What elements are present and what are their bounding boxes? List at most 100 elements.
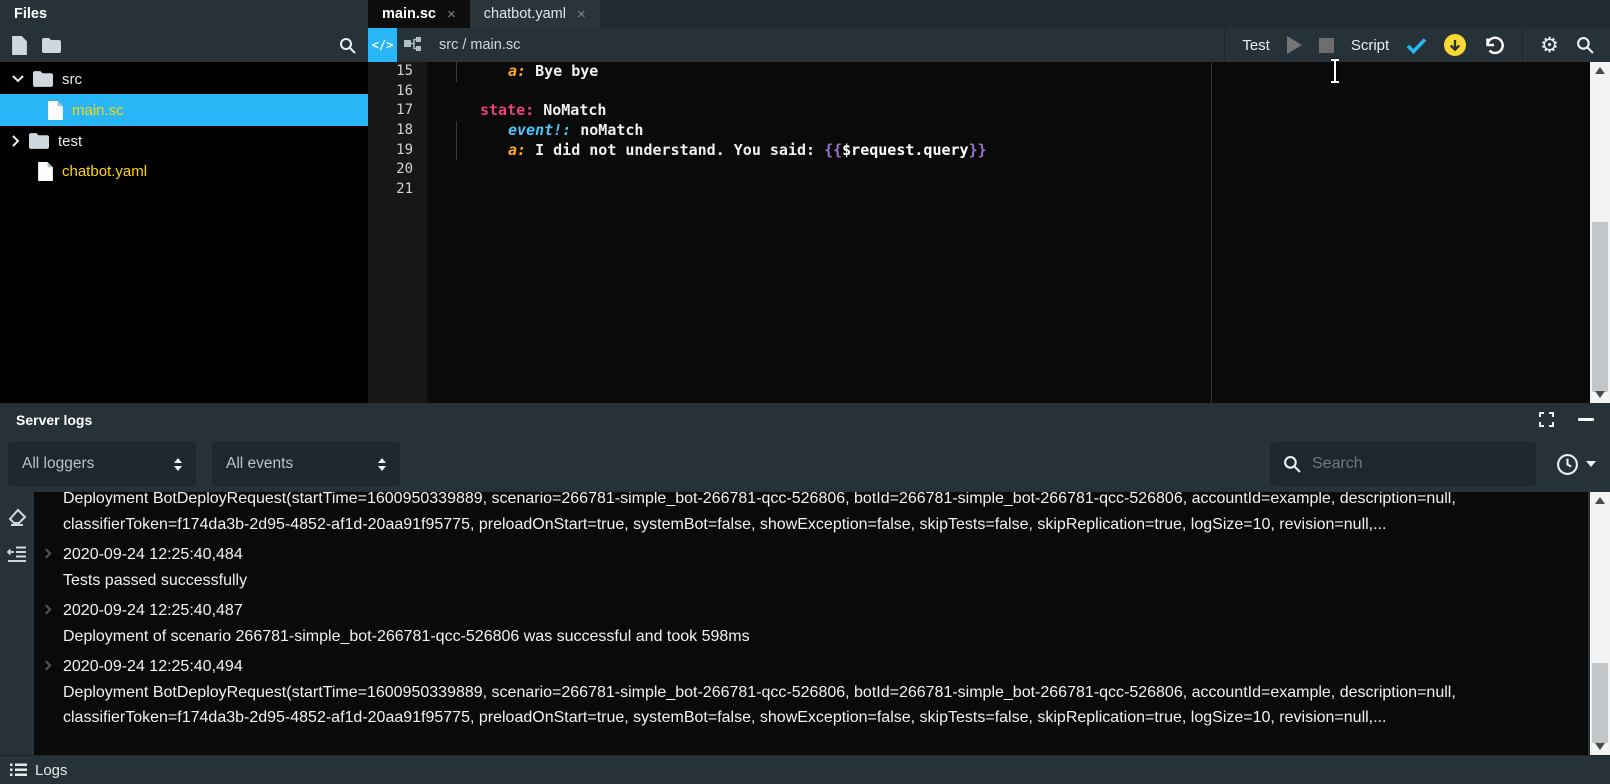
line-number: 19 xyxy=(368,141,413,161)
code-token: Bye bye xyxy=(526,62,598,80)
code-area[interactable]: a: Bye byestate: NoMatchevent!: noMatcha… xyxy=(427,62,1610,403)
editor-toolbar-actions: Test Script ⚙ xyxy=(1224,28,1610,62)
events-filter-dropdown[interactable]: All events xyxy=(212,442,400,486)
deploy-button[interactable] xyxy=(1444,34,1466,56)
toolbar-separator xyxy=(1224,28,1225,62)
new-file-button[interactable] xyxy=(12,36,27,55)
file-icon xyxy=(48,101,63,120)
settings-button[interactable]: ⚙ xyxy=(1540,35,1559,56)
line-number: 16 xyxy=(368,82,413,102)
editor-scrollbar[interactable] xyxy=(1590,62,1610,403)
log-message: classifierToken=f174da3b-2d95-4852-af1d-… xyxy=(34,705,1588,731)
code-line[interactable] xyxy=(427,82,1610,102)
scroll-down-arrow[interactable] xyxy=(1590,386,1610,403)
code-token: noMatch xyxy=(571,121,643,139)
log-message: Deployment BotDeployRequest(startTime=16… xyxy=(34,492,1588,512)
logs-scrollbar-thumb[interactable] xyxy=(1592,663,1608,743)
logs-content: Deployment BotDeployRequest(startTime=16… xyxy=(34,492,1588,755)
tree-folder-src[interactable]: src xyxy=(0,64,368,94)
chevron-right-icon xyxy=(42,549,52,559)
files-panel-header: Files xyxy=(0,0,368,28)
log-timestamp-row[interactable]: 2020-09-24 12:25:40,487 xyxy=(34,598,1588,624)
server-logs-header: Server logs xyxy=(0,403,1610,436)
code-token: state: xyxy=(480,101,534,119)
code-line[interactable]: a: Bye bye xyxy=(427,62,1610,82)
unfold-icon xyxy=(174,458,182,471)
code-editor[interactable]: 15161718192021 a: Bye byestate: NoMatche… xyxy=(368,62,1610,403)
logs-body: Deployment BotDeployRequest(startTime=16… xyxy=(0,492,1610,755)
tree-folder-test[interactable]: test xyxy=(0,126,368,156)
line-number: 15 xyxy=(368,62,413,82)
run-test-button[interactable] xyxy=(1287,36,1302,54)
top-tab-bar: Files main.sc × chatbot.yaml × xyxy=(0,0,1610,28)
log-timestamp-row[interactable]: 2020-09-24 12:25:40,494 xyxy=(34,654,1588,680)
clear-logs-button[interactable] xyxy=(7,508,27,526)
check-icon xyxy=(1406,37,1427,54)
code-token: a: xyxy=(508,141,526,159)
editor-scrollbar-thumb[interactable] xyxy=(1592,222,1608,392)
search-code-button[interactable] xyxy=(1576,36,1594,54)
search-icon xyxy=(1283,455,1301,473)
tree-file-main-sc[interactable]: main.sc xyxy=(0,94,368,126)
logs-scrollbar[interactable] xyxy=(1590,492,1610,755)
loggers-filter-value: All loggers xyxy=(22,455,94,473)
log-message: Tests passed successfully xyxy=(34,568,1588,594)
fullscreen-button[interactable] xyxy=(1539,412,1554,427)
status-bar: Logs xyxy=(0,755,1610,784)
log-timestamp-row[interactable]: 2020-09-24 12:25:40,484 xyxy=(34,542,1588,568)
code-token: }} xyxy=(969,141,987,159)
line-number: 20 xyxy=(368,160,413,180)
logs-gutter xyxy=(0,492,34,755)
log-message: classifierToken=f174da3b-2d95-4852-af1d-… xyxy=(34,512,1588,538)
clock-icon xyxy=(1556,453,1579,476)
deploy-circle-icon xyxy=(1444,34,1466,56)
app-window: Files main.sc × chatbot.yaml × </> xyxy=(0,0,1610,784)
scroll-to-end-button[interactable] xyxy=(7,546,27,562)
scroll-up-arrow[interactable] xyxy=(1590,62,1610,79)
time-filter-button[interactable] xyxy=(1552,453,1600,476)
code-token: {{ xyxy=(824,141,842,159)
code-line[interactable] xyxy=(427,180,1610,200)
folder-icon xyxy=(33,71,53,87)
log-entry: 2020-09-24 12:25:40,484 Tests passed succ… xyxy=(34,542,1588,593)
chevron-down-icon[interactable] xyxy=(12,75,24,83)
scroll-down-arrow[interactable] xyxy=(1590,738,1610,755)
logs-search-box[interactable] xyxy=(1270,442,1536,486)
logs-filter-row: All loggers All events xyxy=(0,436,1610,492)
close-icon[interactable]: × xyxy=(447,6,456,23)
file-tree: src main.sc test chatbot.yaml xyxy=(0,62,368,403)
tab-main-sc[interactable]: main.sc × xyxy=(368,0,470,28)
code-view-button[interactable]: </> xyxy=(368,28,397,62)
toolbar-separator xyxy=(1522,28,1523,62)
tab-chatbot-yaml[interactable]: chatbot.yaml × xyxy=(470,0,601,28)
undo-button[interactable] xyxy=(1483,35,1505,56)
log-timestamp: 2020-09-24 12:25:40,484 xyxy=(63,546,243,563)
minimize-button[interactable] xyxy=(1578,418,1594,421)
unfold-icon xyxy=(378,458,386,471)
new-folder-button[interactable] xyxy=(42,38,61,53)
log-message: Deployment of scenario 266781-simple_bot… xyxy=(34,624,1588,650)
logs-status-tab[interactable]: Logs xyxy=(10,762,68,779)
server-logs-panel: Server logs All loggers All events xyxy=(0,403,1610,755)
code-line[interactable] xyxy=(427,160,1610,180)
tab-label: main.sc xyxy=(382,6,436,22)
code-line[interactable]: event!: noMatch xyxy=(427,121,1610,141)
stop-button[interactable] xyxy=(1319,38,1334,53)
search-icon xyxy=(1576,36,1594,54)
search-files-icon[interactable] xyxy=(339,37,356,54)
code-token: event!: xyxy=(508,121,571,139)
code-line[interactable]: state: NoMatch xyxy=(427,101,1610,121)
code-line[interactable]: a: I did not understand. You said: {{$re… xyxy=(427,141,1610,161)
tree-file-chatbot-yaml[interactable]: chatbot.yaml xyxy=(0,156,368,186)
outdent-icon xyxy=(7,546,27,562)
tree-item-label: test xyxy=(58,133,82,150)
scroll-up-arrow[interactable] xyxy=(1590,492,1610,509)
toolbar: </> src / main.sc Test Script ⚙ xyxy=(0,28,1610,62)
visual-editor-button[interactable] xyxy=(397,28,428,62)
logs-search-input[interactable] xyxy=(1312,455,1523,473)
sitemap-icon xyxy=(404,37,422,53)
chevron-right-icon[interactable] xyxy=(12,135,20,147)
loggers-filter-dropdown[interactable]: All loggers xyxy=(8,442,196,486)
close-icon[interactable]: × xyxy=(577,6,586,23)
validate-button[interactable] xyxy=(1406,37,1427,54)
